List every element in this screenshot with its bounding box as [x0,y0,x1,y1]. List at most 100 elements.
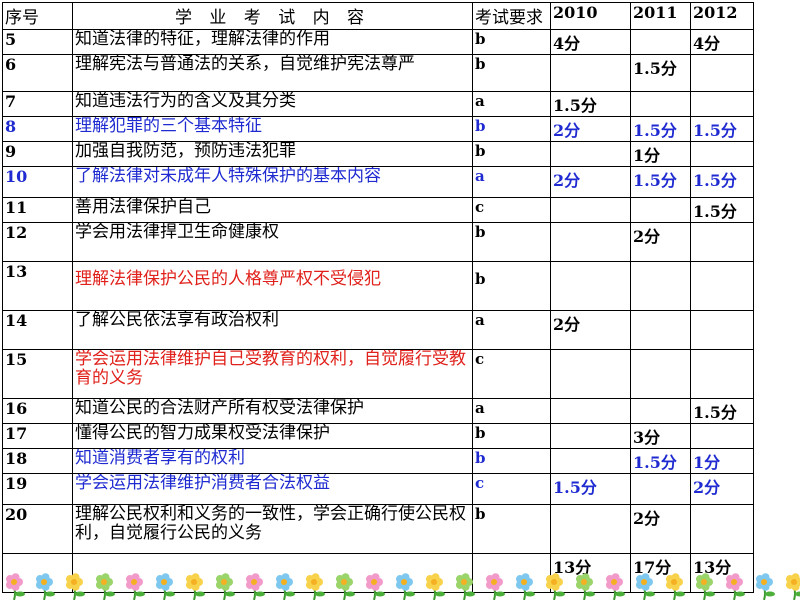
table-row: 9 加强自我防范，预防违法犯罪 b 1分 [2,141,754,167]
row-number: 12 [2,222,73,262]
score-2011: 2分 [630,222,691,262]
header-content: 学 业 考 试 内 容 [72,2,473,30]
table-row: 17 懂得公民的智力成果权受法律保护 b 3分 [2,423,754,449]
score-2012: 1.5分 [690,197,754,223]
syllabus-table: 序号 学 业 考 试 内 容 考试要求 2010 2011 2012 5 知道法… [2,2,754,593]
flower-icon [725,573,745,600]
score-2012 [690,54,754,92]
score-2012: 2分 [690,473,754,505]
score-2012: 1.5分 [690,166,754,198]
row-number: 14 [2,310,73,350]
flower-icon [305,573,325,600]
table-row: 18 知道消费者享有的权利 b 1.5分 1分 [2,448,754,474]
row-requirement: c [472,197,551,223]
row-content: 理解法律保护公民的人格尊严权不受侵犯 [72,261,473,311]
score-2011 [630,29,691,55]
row-requirement: c [472,349,551,399]
score-2010: 2分 [550,116,631,142]
row-content: 善用法律保护自己 [72,197,473,223]
row-content: 懂得公民的智力成果权受法律保护 [72,423,473,449]
row-requirement: b [472,222,551,262]
score-2012: 1分 [690,448,754,474]
table-row: 13 理解法律保护公民的人格尊严权不受侵犯 b [2,261,754,311]
score-2010: 1.5分 [550,473,631,505]
flower-icon [245,573,265,600]
header-2012: 2012 [690,2,754,30]
row-content: 知道违法行为的含义及其分类 [72,91,473,117]
score-2011 [630,91,691,117]
row-number: 8 [2,116,73,142]
row-requirement: b [472,261,551,311]
score-2010: 1.5分 [550,91,631,117]
row-content: 学会运用法律维护自己受教育的权利，自觉履行受教育的义务 [72,349,473,399]
table-row: 20 理解公民权利和义务的一致性，学会正确行使公民权利，自觉履行公民的义务 b … [2,504,754,554]
flower-icon [485,573,505,600]
row-content: 理解犯罪的三个基本特征 [72,116,473,142]
flower-icon [455,573,475,600]
score-2010 [550,398,631,424]
row-number: 15 [2,349,73,399]
row-requirement: b [472,423,551,449]
score-2010 [550,54,631,92]
row-requirement: a [472,398,551,424]
table-row: 19 学会运用法律维护消费者合法权益 c 1.5分 2分 [2,473,754,505]
flower-icon [515,573,535,600]
score-2011 [630,349,691,399]
row-requirement: b [472,141,551,167]
decorative-flower-border [0,572,800,600]
header-2010: 2010 [550,2,631,30]
score-2010 [550,141,631,167]
table-row: 10 了解法律对未成年人特殊保护的基本内容 a 2分 1.5分 1.5分 [2,166,754,198]
row-number: 17 [2,423,73,449]
flower-icon [635,573,655,600]
row-number: 11 [2,197,73,223]
table-row: 15 学会运用法律维护自己受教育的权利，自觉履行受教育的义务 c [2,349,754,399]
score-2010 [550,197,631,223]
row-content: 了解公民依法享有政治权利 [72,310,473,350]
flower-icon [605,573,625,600]
row-content: 了解法律对未成年人特殊保护的基本内容 [72,166,473,198]
table-row: 5 知道法律的特征，理解法律的作用 b 4分 4分 [2,29,754,55]
row-content: 理解宪法与普通法的关系，自觉维护宪法尊严 [72,54,473,92]
table-row: 16 知道公民的合法财产所有权受法律保护 a 1.5分 [2,398,754,424]
score-2012 [690,141,754,167]
flower-icon [65,573,85,600]
table-row: 12 学会用法律捍卫生命健康权 b 2分 [2,222,754,262]
score-2011: 1.5分 [630,54,691,92]
flower-icon [785,573,800,600]
row-requirement: b [472,116,551,142]
table-row: 11 善用法律保护自己 c 1.5分 [2,197,754,223]
score-2011: 3分 [630,423,691,449]
row-number: 9 [2,141,73,167]
flower-icon [425,573,445,600]
score-2010 [550,222,631,262]
row-content: 知道法律的特征，理解法律的作用 [72,29,473,55]
row-number: 10 [2,166,73,198]
row-content: 学会用法律捍卫生命健康权 [72,222,473,262]
score-2010 [550,448,631,474]
flower-border-icon [5,573,800,600]
score-2010 [550,423,631,449]
flower-icon [275,573,295,600]
row-requirement: a [472,91,551,117]
score-2012: 4分 [690,29,754,55]
score-2012 [690,261,754,311]
score-2011: 1.5分 [630,166,691,198]
flower-icon [545,573,565,600]
score-2011: 1.5分 [630,116,691,142]
score-2010 [550,504,631,554]
row-content: 学会运用法律维护消费者合法权益 [72,473,473,505]
score-2012 [690,91,754,117]
flower-icon [125,573,145,600]
score-2012 [690,504,754,554]
row-content: 知道公民的合法财产所有权受法律保护 [72,398,473,424]
score-2010: 2分 [550,166,631,198]
flower-icon [335,573,355,600]
flower-icon [185,573,205,600]
flower-icon [575,573,595,600]
table-row: 7 知道违法行为的含义及其分类 a 1.5分 [2,91,754,117]
score-2010 [550,261,631,311]
score-2011: 1.5分 [630,448,691,474]
score-2012: 1.5分 [690,398,754,424]
flower-icon [5,573,25,600]
